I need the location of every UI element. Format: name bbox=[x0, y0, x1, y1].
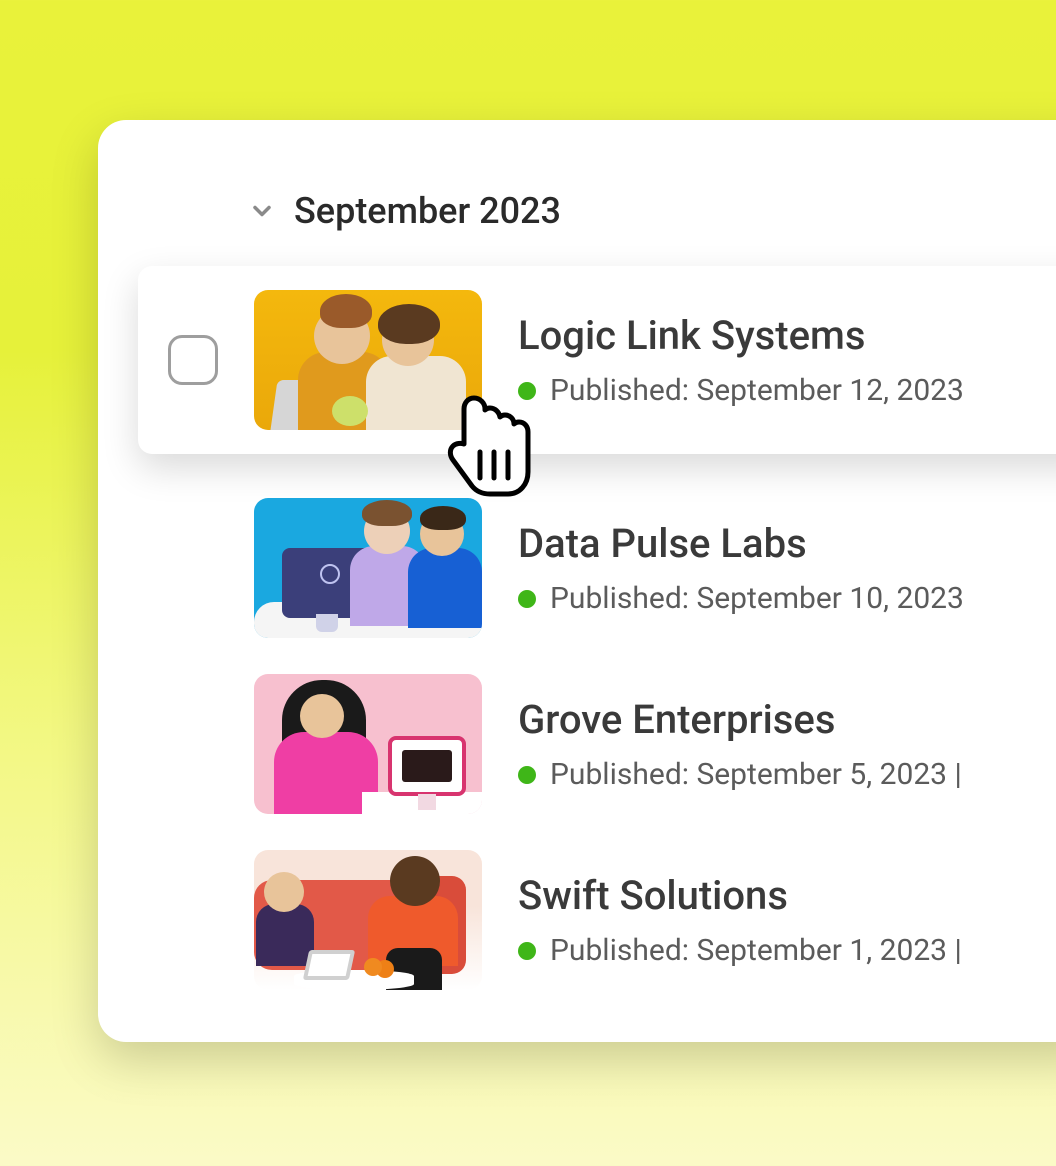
status-text: Published: September 12, 2023 bbox=[550, 373, 964, 408]
select-checkbox[interactable] bbox=[168, 335, 218, 385]
list-item[interactable]: Data Pulse Labs Published: September 10,… bbox=[138, 480, 1056, 656]
item-info: Data Pulse Labs Published: September 10,… bbox=[518, 520, 964, 616]
status-text: Published: September 5, 2023 | bbox=[550, 757, 962, 792]
item-info: Grove Enterprises Published: September 5… bbox=[518, 696, 962, 792]
list-item[interactable]: Logic Link Systems Published: September … bbox=[138, 266, 1056, 454]
item-list: Logic Link Systems Published: September … bbox=[98, 266, 1056, 1008]
list-item[interactable]: Swift Solutions Published: September 1, … bbox=[138, 832, 1056, 1008]
thumbnail[interactable] bbox=[254, 498, 482, 638]
status-text: Published: September 10, 2023 bbox=[550, 581, 964, 616]
status-dot-icon bbox=[518, 590, 536, 608]
thumbnail[interactable] bbox=[254, 290, 482, 430]
group-header[interactable]: September 2023 bbox=[98, 120, 1056, 272]
thumbnail[interactable] bbox=[254, 850, 482, 990]
item-title: Grove Enterprises bbox=[518, 696, 962, 743]
list-item[interactable]: Grove Enterprises Published: September 5… bbox=[138, 656, 1056, 832]
group-title: September 2023 bbox=[294, 190, 561, 232]
item-title: Swift Solutions bbox=[518, 872, 962, 919]
content-panel: September 2023 Logic Link Systems Publis… bbox=[98, 120, 1056, 1042]
item-status: Published: September 10, 2023 bbox=[518, 581, 964, 616]
item-status: Published: September 1, 2023 | bbox=[518, 933, 962, 968]
status-dot-icon bbox=[518, 942, 536, 960]
item-status: Published: September 12, 2023 bbox=[518, 373, 964, 408]
status-dot-icon bbox=[518, 382, 536, 400]
status-text: Published: September 1, 2023 | bbox=[550, 933, 962, 968]
chevron-down-icon bbox=[248, 197, 276, 225]
item-title: Data Pulse Labs bbox=[518, 520, 964, 567]
thumbnail[interactable] bbox=[254, 674, 482, 814]
item-title: Logic Link Systems bbox=[518, 312, 964, 359]
status-dot-icon bbox=[518, 766, 536, 784]
item-info: Swift Solutions Published: September 1, … bbox=[518, 872, 962, 968]
item-info: Logic Link Systems Published: September … bbox=[518, 312, 964, 408]
item-status: Published: September 5, 2023 | bbox=[518, 757, 962, 792]
